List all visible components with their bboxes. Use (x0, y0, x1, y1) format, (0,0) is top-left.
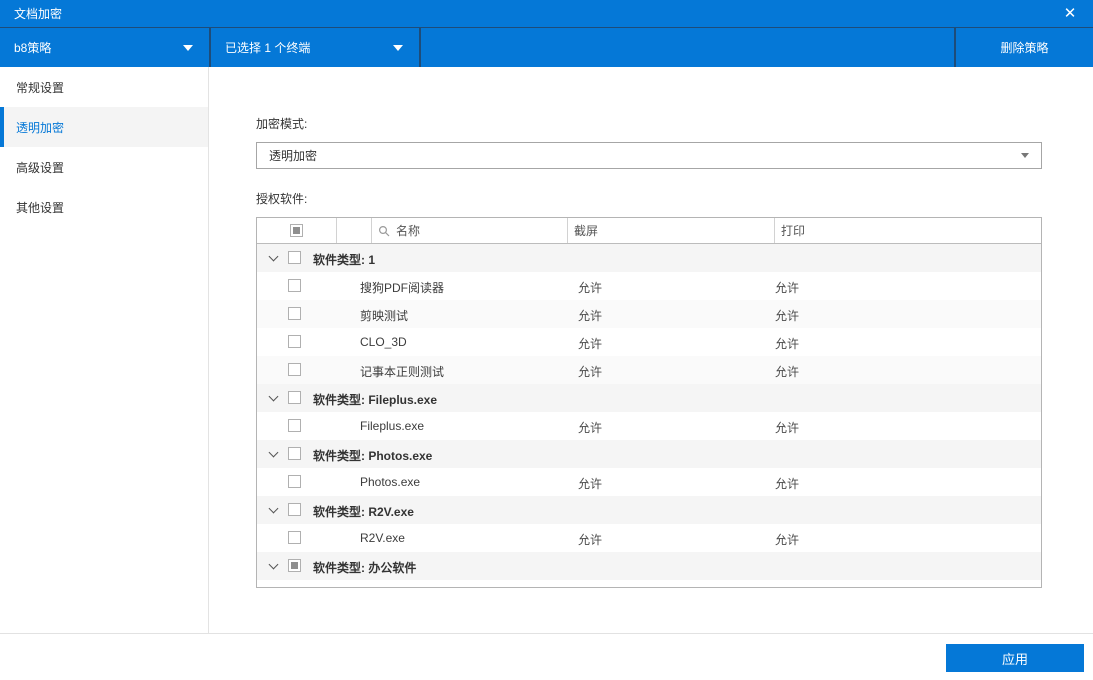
software-name: CLO_3D (360, 335, 407, 349)
screenshot-permission[interactable]: 允许 (578, 279, 602, 296)
sidebar-item-other[interactable]: 其他设置 (0, 187, 208, 227)
toolbar-spacer (419, 28, 954, 67)
group-row[interactable]: 软件类型: Fileplus.exe (257, 384, 1041, 412)
screenshot-permission[interactable]: 允许 (578, 587, 602, 588)
column-header-print: 打印 (781, 224, 806, 238)
row-checkbox[interactable] (288, 279, 301, 292)
sidebar-item-general[interactable]: 常规设置 (0, 67, 208, 107)
print-permission[interactable]: 允许 (775, 419, 799, 436)
chevron-down-icon[interactable] (268, 503, 279, 514)
group-checkbox[interactable] (288, 559, 301, 572)
header-print-cell[interactable]: 打印 (775, 218, 1041, 243)
chevron-down-icon (1021, 153, 1029, 158)
table-row[interactable]: WPS Office 允许 允许 (257, 580, 1041, 588)
group-checkbox[interactable] (288, 251, 301, 264)
software-name: WPS Office (360, 587, 422, 588)
print-permission[interactable]: 允许 (775, 363, 799, 380)
print-permission[interactable]: 允许 (775, 587, 799, 588)
row-checkbox[interactable] (288, 475, 301, 488)
row-checkbox[interactable] (288, 335, 301, 348)
sidebar-item-advanced[interactable]: 高级设置 (0, 147, 208, 187)
sidebar: 常规设置 透明加密 高级设置 其他设置 (0, 67, 209, 633)
screenshot-permission[interactable]: 允许 (578, 335, 602, 352)
group-row[interactable]: 软件类型: Photos.exe (257, 440, 1041, 468)
chevron-down-icon (393, 44, 403, 51)
authorized-software-label: 授权软件: (256, 192, 308, 206)
table-row[interactable]: Fileplus.exe 允许 允许 (257, 412, 1041, 440)
row-checkbox[interactable] (288, 419, 301, 432)
screenshot-permission[interactable]: 允许 (578, 307, 602, 324)
software-name: Photos.exe (360, 475, 421, 489)
print-permission[interactable]: 允许 (775, 307, 799, 324)
policy-dropdown[interactable]: b8策略 (0, 28, 209, 67)
select-all-checkbox[interactable] (290, 224, 303, 237)
screenshot-permission[interactable]: 允许 (578, 363, 602, 380)
policy-dropdown-label: b8策略 (14, 41, 52, 55)
toolbar: b8策略 已选择 1 个终端 删除策略 (0, 27, 1093, 67)
search-icon (378, 225, 390, 236)
group-row[interactable]: 软件类型: R2V.exe (257, 496, 1041, 524)
screenshot-permission[interactable]: 允许 (578, 475, 602, 492)
column-header-screenshot: 截屏 (574, 224, 599, 238)
terminal-dropdown-label: 已选择 1 个终端 (225, 41, 311, 55)
header-checkbox-cell (257, 218, 337, 243)
delete-policy-button[interactable]: 删除策略 (954, 28, 1093, 67)
print-permission[interactable]: 允许 (775, 531, 799, 548)
group-checkbox[interactable] (288, 503, 301, 516)
group-row[interactable]: 软件类型: 1 (257, 244, 1041, 272)
software-name: 剪映测试 (360, 309, 409, 323)
group-label: 软件类型: Photos.exe (313, 449, 433, 463)
group-label: 软件类型: R2V.exe (313, 505, 414, 519)
screenshot-permission[interactable]: 允许 (578, 531, 602, 548)
group-label: 软件类型: 办公软件 (313, 561, 417, 575)
row-checkbox[interactable] (288, 531, 301, 544)
terminal-dropdown[interactable]: 已选择 1 个终端 (209, 28, 419, 67)
sidebar-item-transparent-encrypt[interactable]: 透明加密 (0, 107, 208, 147)
encrypt-mode-label: 加密模式: (256, 117, 308, 131)
software-name: 记事本正则测试 (360, 365, 445, 379)
table-body: 软件类型: 1 搜狗PDF阅读器 允许 允许 剪映测试 允许 允许 CLO_3D 允许 允许 记事本… (257, 244, 1041, 588)
row-checkbox[interactable] (288, 587, 301, 588)
header-gap-cell (337, 218, 372, 243)
window-title: 文档加密 (14, 7, 63, 21)
header-name-cell[interactable]: 名称 (372, 218, 568, 243)
software-name: 搜狗PDF阅读器 (360, 281, 445, 295)
chevron-down-icon (183, 44, 193, 51)
group-label: 软件类型: 1 (313, 253, 376, 267)
header-screenshot-cell[interactable]: 截屏 (568, 218, 775, 243)
table-header: 名称 截屏 打印 (257, 218, 1041, 244)
window-titlebar: 文档加密 ✕ (0, 0, 1093, 27)
column-header-name: 名称 (396, 224, 421, 238)
print-permission[interactable]: 允许 (775, 279, 799, 296)
table-row[interactable]: 搜狗PDF阅读器 允许 允许 (257, 272, 1041, 300)
footer: 应用 (0, 633, 1093, 680)
screenshot-permission[interactable]: 允许 (578, 419, 602, 436)
table-row[interactable]: 记事本正则测试 允许 允许 (257, 356, 1041, 384)
table-row[interactable]: CLO_3D 允许 允许 (257, 328, 1041, 356)
print-permission[interactable]: 允许 (775, 335, 799, 352)
group-row[interactable]: 软件类型: 办公软件 (257, 552, 1041, 580)
software-name: R2V.exe (360, 531, 405, 545)
apply-button[interactable]: 应用 (946, 644, 1084, 672)
encrypt-mode-select[interactable]: 透明加密 (256, 142, 1042, 169)
print-permission[interactable]: 允许 (775, 475, 799, 492)
chevron-down-icon[interactable] (268, 391, 279, 402)
close-icon[interactable]: ✕ (1059, 3, 1081, 25)
row-checkbox[interactable] (288, 363, 301, 376)
software-name: Fileplus.exe (360, 419, 425, 433)
software-table: 名称 截屏 打印 软件类型: 1 搜狗PDF阅读器 允许 允许 剪映测试 允许 允许 CLO_… (256, 217, 1042, 588)
table-row[interactable]: Photos.exe 允许 允许 (257, 468, 1041, 496)
app-body: 常规设置 透明加密 高级设置 其他设置 加密模式: 透明加密 授权软件: 名称 … (0, 67, 1093, 633)
table-row[interactable]: R2V.exe 允许 允许 (257, 524, 1041, 552)
row-checkbox[interactable] (288, 307, 301, 320)
chevron-down-icon[interactable] (268, 559, 279, 570)
group-label: 软件类型: Fileplus.exe (313, 393, 438, 407)
table-row[interactable]: 剪映测试 允许 允许 (257, 300, 1041, 328)
chevron-down-icon[interactable] (268, 447, 279, 458)
group-checkbox[interactable] (288, 391, 301, 404)
chevron-down-icon[interactable] (268, 251, 279, 262)
group-checkbox[interactable] (288, 447, 301, 460)
encrypt-mode-value: 透明加密 (269, 149, 318, 163)
main-content: 加密模式: 透明加密 授权软件: 名称 截屏 打印 软件类型: 1 搜狗PDF阅… (209, 67, 1093, 633)
